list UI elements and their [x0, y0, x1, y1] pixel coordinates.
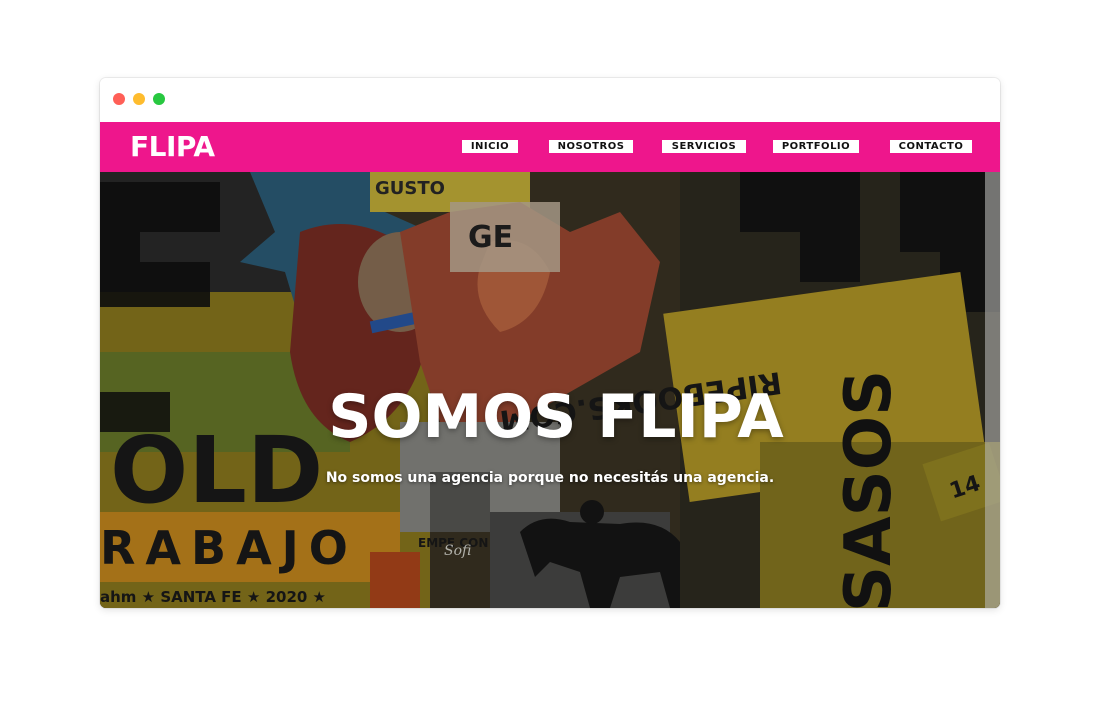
- browser-titlebar: [100, 78, 1000, 122]
- nav-item-servicios[interactable]: SERVICIOS: [662, 140, 746, 153]
- nav-item-inicio[interactable]: INICIO: [462, 140, 518, 153]
- hero-subtitle: No somos una agencia porque no necesitás…: [325, 470, 775, 486]
- hero-title: SOMOS FLIPA: [328, 382, 784, 452]
- nav-item-nosotros[interactable]: NOSOTROS: [549, 140, 633, 153]
- close-window-button[interactable]: [113, 93, 125, 105]
- browser-window: FLIPA INICIO NOSOTROS SERVICIOS PORTFOLI…: [100, 78, 1000, 608]
- nav-item-contacto[interactable]: CONTACTO: [890, 140, 972, 153]
- nav-item-portfolio[interactable]: PORTFOLIO: [773, 140, 859, 153]
- site-logo[interactable]: FLIPA: [130, 132, 215, 162]
- maximize-window-button[interactable]: [153, 93, 165, 105]
- hero-section: OLD RABAJO ahm ★ SANTA FE ★ 2020 ★ GUSTO…: [100, 172, 1000, 608]
- site-navbar: FLIPA INICIO NOSOTROS SERVICIOS PORTFOLI…: [100, 122, 1000, 172]
- minimize-window-button[interactable]: [133, 93, 145, 105]
